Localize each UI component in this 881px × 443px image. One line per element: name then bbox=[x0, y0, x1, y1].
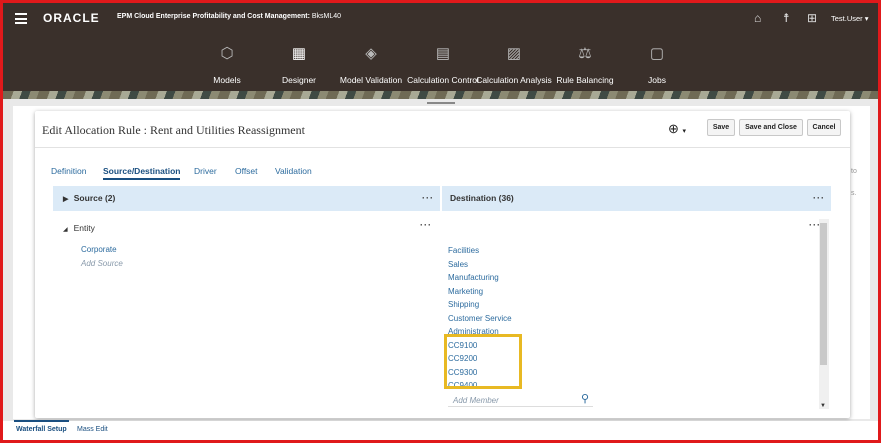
oracle-logo: ORACLE bbox=[43, 11, 100, 25]
list-item[interactable]: Sales bbox=[448, 258, 818, 272]
list-item[interactable]: Facilities bbox=[448, 244, 818, 258]
tab-driver[interactable]: Driver bbox=[194, 166, 217, 176]
add-source-link[interactable]: Add Source bbox=[81, 259, 123, 268]
source-column-header: ▶ Source (2) ··· bbox=[53, 186, 440, 211]
expand-triangle-icon[interactable]: ▶ bbox=[63, 196, 68, 203]
tab-waterfall-setup[interactable]: Waterfall Setup bbox=[14, 420, 69, 433]
nav-jobs[interactable]: ▢ Jobs bbox=[619, 43, 695, 85]
nav-rule-balancing[interactable]: ⚖ Rule Balancing bbox=[547, 43, 623, 85]
nav-label: Designer bbox=[281, 75, 317, 85]
list-item[interactable]: Manufacturing bbox=[448, 271, 818, 285]
app-title-product: EPM Cloud Enterprise Profitability and C… bbox=[117, 13, 310, 20]
nav-calculation-analysis[interactable]: ▨ Calculation Analysis bbox=[476, 43, 552, 85]
source-more-icon[interactable]: ··· bbox=[422, 186, 434, 211]
nav-label: Models bbox=[213, 75, 241, 85]
highlight-box bbox=[444, 334, 522, 389]
tab-mass-edit[interactable]: Mass Edit bbox=[77, 426, 108, 433]
source-member-corporate[interactable]: Corporate bbox=[81, 245, 117, 254]
list-item[interactable]: Customer Service bbox=[448, 312, 818, 326]
accessibility-icon[interactable]: ☨ bbox=[783, 11, 790, 25]
destination-more-icon[interactable]: ··· bbox=[813, 186, 825, 211]
hamburger-menu-icon[interactable] bbox=[15, 13, 27, 24]
tab-source-destination[interactable]: Source/Destination bbox=[103, 166, 181, 180]
destination-column-header: Destination (36) ··· bbox=[442, 186, 831, 211]
screenshot-frame: ORACLE EPM Cloud Enterprise Profitabilit… bbox=[0, 0, 881, 443]
cancel-button[interactable]: Cancel bbox=[807, 119, 841, 136]
nav-label: Model Validation bbox=[339, 75, 403, 85]
edit-allocation-rule-dialog: Edit Allocation Rule : Rent and Utilitie… bbox=[35, 111, 850, 418]
add-member-placeholder: Add Member bbox=[453, 396, 499, 405]
entity-dimension[interactable]: ◢ Entity bbox=[63, 223, 95, 233]
app-title: EPM Cloud Enterprise Profitability and C… bbox=[117, 13, 341, 20]
entity-label: Entity bbox=[73, 223, 95, 233]
top-navigation-bar: ORACLE EPM Cloud Enterprise Profitabilit… bbox=[3, 3, 878, 99]
nav-models[interactable]: ⬡ Models bbox=[189, 43, 265, 85]
calculation-analysis-icon: ▨ bbox=[506, 45, 522, 62]
dialog-divider bbox=[35, 147, 850, 148]
nav-model-validation[interactable]: ◈ Model Validation bbox=[333, 43, 409, 85]
search-icon[interactable]: ⚲ bbox=[581, 392, 589, 405]
collapse-triangle-icon[interactable]: ◢ bbox=[63, 227, 68, 233]
app-name: BksML40 bbox=[311, 13, 342, 20]
save-button[interactable]: Save bbox=[707, 119, 735, 136]
save-and-close-button[interactable]: Save and Close bbox=[739, 119, 803, 136]
rule-balancing-icon: ⚖ bbox=[578, 45, 592, 62]
model-validation-icon: ◈ bbox=[365, 45, 377, 62]
designer-icon: ▦ bbox=[291, 45, 307, 62]
nav-calculation-control[interactable]: ▤ Calculation Control bbox=[405, 43, 481, 85]
help-icon[interactable]: ⊕ ▾ bbox=[668, 121, 686, 137]
background-text: s. bbox=[851, 190, 857, 197]
add-member-field[interactable]: Add Member ⚲ bbox=[448, 391, 593, 407]
tab-definition[interactable]: Definition bbox=[51, 166, 86, 176]
source-header-label: Source (2) bbox=[73, 193, 116, 203]
bottom-tab-bar: Waterfall Setup Mass Edit bbox=[3, 420, 878, 440]
tab-offset[interactable]: Offset bbox=[235, 166, 258, 176]
scrollbar-thumb[interactable] bbox=[820, 223, 827, 365]
tab-validation[interactable]: Validation bbox=[275, 166, 312, 176]
nav-label: Rule Balancing bbox=[556, 75, 614, 85]
panel-resize-handle[interactable] bbox=[427, 102, 455, 104]
models-icon: ⬡ bbox=[220, 45, 234, 62]
nav-label: Jobs bbox=[648, 75, 666, 85]
nav-designer[interactable]: ▦ Designer bbox=[261, 43, 337, 85]
destination-scrollbar[interactable]: ▼ bbox=[819, 219, 829, 409]
user-menu[interactable]: Test.User ▾ bbox=[831, 14, 869, 23]
dialog-title: Edit Allocation Rule : Rent and Utilitie… bbox=[42, 123, 305, 137]
home-icon[interactable]: ⌂ bbox=[754, 11, 761, 25]
jobs-icon: ▢ bbox=[649, 45, 665, 62]
scroll-down-arrow-icon[interactable]: ▼ bbox=[820, 403, 826, 409]
list-item[interactable]: Marketing bbox=[448, 285, 818, 299]
background-text: to bbox=[851, 168, 857, 175]
destination-header-label: Destination (36) bbox=[450, 193, 514, 203]
navigator-grid-icon[interactable]: ⊞ bbox=[807, 11, 817, 25]
nav-label: Calculation Analysis bbox=[476, 75, 552, 85]
calculation-control-icon: ▤ bbox=[435, 45, 451, 62]
entity-more-icon[interactable]: ··· bbox=[420, 220, 432, 230]
decorative-banner-strip bbox=[3, 91, 878, 99]
nav-label: Calculation Control bbox=[407, 75, 479, 85]
list-item[interactable]: Shipping bbox=[448, 298, 818, 312]
